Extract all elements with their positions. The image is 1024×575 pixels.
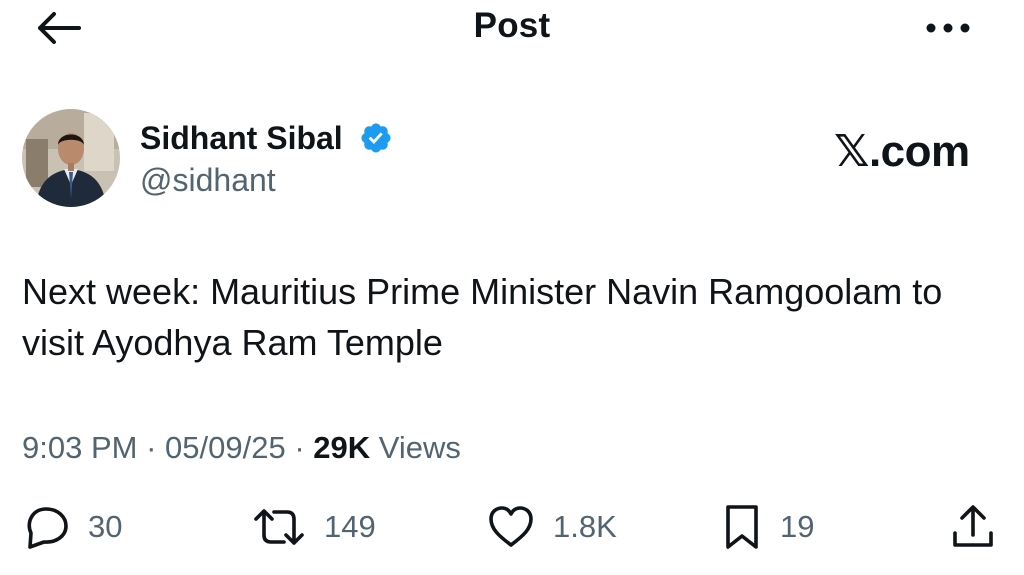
more-dots-icon [926,23,970,33]
repost-count: 149 [324,509,376,544]
like-count: 1.8K [553,509,617,544]
x-logo-watermark: 𝕏.com [834,127,970,176]
share-icon [953,505,993,547]
reply-count: 30 [88,509,123,544]
bookmark-count: 19 [780,509,815,544]
bookmark-button[interactable]: 19 [722,502,814,552]
bookmark-icon [726,505,758,549]
views-label: Views [378,430,461,465]
page-title: Post [473,6,551,45]
top-bar: Post [0,0,1024,62]
view-count: 29K [313,430,371,465]
verified-badge-icon [359,121,393,155]
profile-photo [22,109,120,207]
meta-separator: · [294,430,314,465]
like-button[interactable]: 1.8K [487,502,617,552]
heart-icon [489,506,533,547]
tweet-meta: 9:03 PM · 05/09/25 · 29K Views [22,430,461,466]
repost-button[interactable]: 149 [252,502,376,552]
share-button[interactable] [950,502,996,552]
author-name[interactable]: Sidhant Sibal [140,120,343,157]
tweet-time[interactable]: 9:03 PM [22,430,137,465]
tweet-text: Next week: Mauritius Prime Minister Navi… [22,271,943,363]
tweet-date[interactable]: 05/09/25 [165,430,286,465]
meta-separator: · [146,430,166,465]
author-handle[interactable]: @sidhant [140,162,276,199]
reply-button[interactable]: 30 [22,502,122,552]
more-options-button[interactable] [918,10,978,46]
repost-icon [254,509,304,545]
reply-icon [27,507,68,549]
avatar[interactable] [22,109,120,207]
